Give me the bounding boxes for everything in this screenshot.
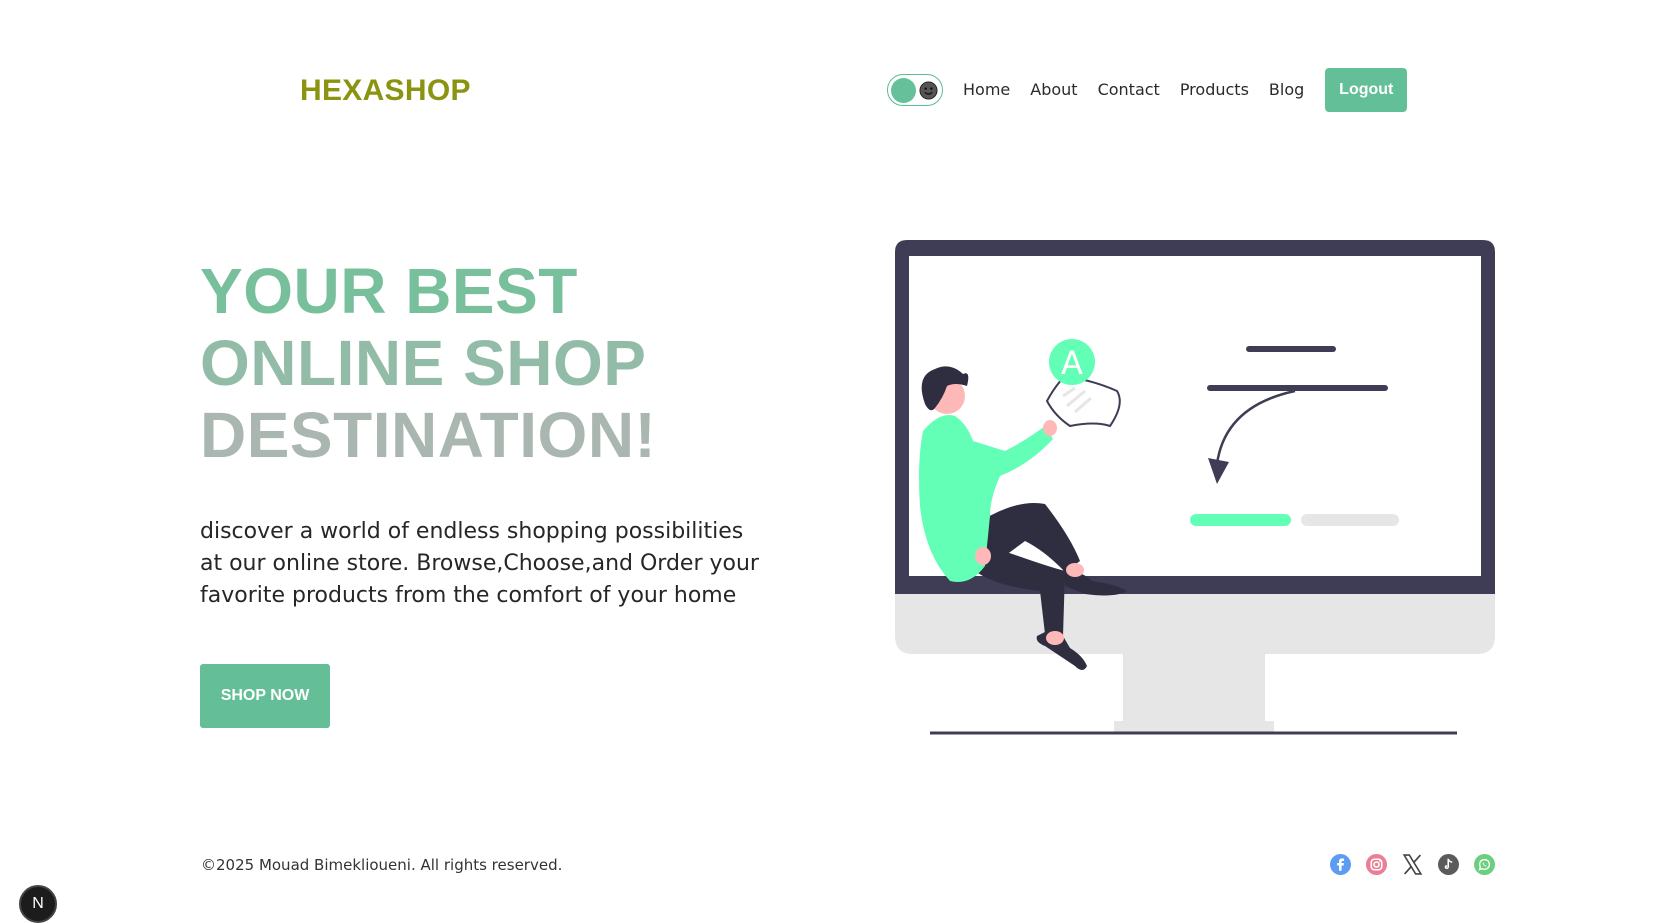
x-icon[interactable] bbox=[1402, 854, 1423, 875]
nav-products[interactable]: Products bbox=[1180, 80, 1249, 99]
monitor-stand-base bbox=[1114, 721, 1274, 733]
devtools-badge[interactable]: N bbox=[19, 885, 57, 923]
theme-toggle[interactable] bbox=[887, 73, 943, 106]
badge-letter: A bbox=[1061, 344, 1083, 382]
monitor-chin bbox=[895, 590, 1495, 654]
copyright-text: ©2025 Mouad Bimeklioueni. All rights res… bbox=[201, 856, 563, 874]
logout-button[interactable]: Logout bbox=[1325, 67, 1408, 112]
page: HEXASHOP Home About Contact Products Blo… bbox=[0, 0, 1680, 923]
whatsapp-icon[interactable] bbox=[1474, 854, 1495, 875]
monitor-stand bbox=[1123, 646, 1265, 724]
headline-line-2: ONLINE SHOP bbox=[200, 327, 647, 399]
face-icon bbox=[919, 80, 938, 100]
headline-line-1: YOUR BEST bbox=[200, 255, 578, 327]
site-logo[interactable]: HEXASHOP bbox=[300, 74, 471, 108]
nav-blog[interactable]: Blog bbox=[1269, 80, 1304, 99]
hero-illustration: A bbox=[895, 240, 1495, 735]
social-links bbox=[1330, 854, 1495, 875]
toggle-knob bbox=[891, 77, 916, 103]
tiktok-icon[interactable] bbox=[1438, 854, 1459, 875]
instagram-icon[interactable] bbox=[1366, 854, 1387, 875]
facebook-icon[interactable] bbox=[1330, 854, 1351, 875]
main-nav: Home About Contact Products Blog Logout bbox=[887, 67, 1408, 112]
hero-headline: YOUR BEST ONLINE SHOP DESTINATION! bbox=[200, 255, 656, 471]
nav-home[interactable]: Home bbox=[963, 80, 1010, 99]
nav-about[interactable]: About bbox=[1030, 80, 1077, 99]
headline-line-3: DESTINATION! bbox=[200, 399, 657, 471]
hero-description: discover a world of endless shopping pos… bbox=[200, 519, 759, 608]
shop-now-button[interactable]: SHOP NOW bbox=[200, 664, 330, 728]
nav-contact[interactable]: Contact bbox=[1098, 80, 1160, 99]
